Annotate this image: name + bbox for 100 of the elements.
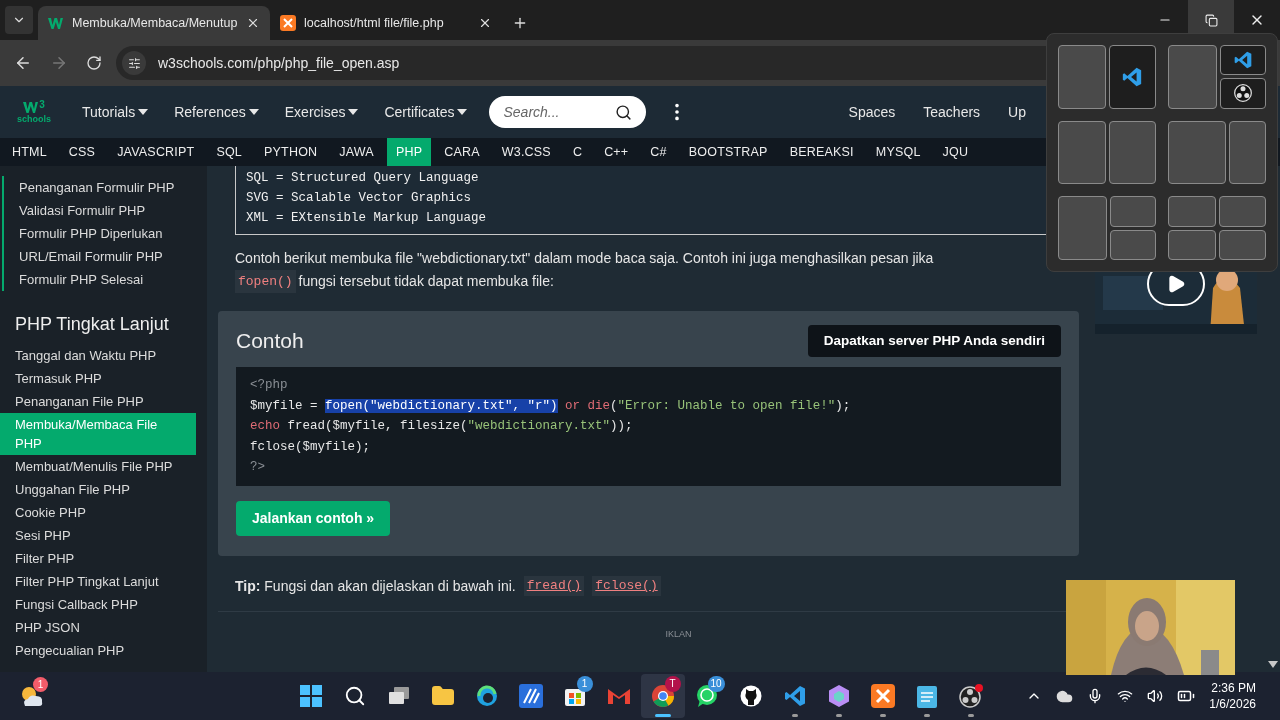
topic-tab[interactable]: BOOTSTRAP [679, 138, 777, 166]
search-field[interactable]: Search... [489, 96, 647, 128]
caret-icon [248, 109, 259, 115]
snap-zone[interactable] [1108, 45, 1156, 109]
sidebar-link[interactable]: Cookie PHP [0, 501, 207, 524]
forward-icon[interactable] [50, 54, 68, 72]
sidebar-link[interactable]: Filter PHP [0, 547, 207, 570]
site-logo-icon [23, 100, 40, 114]
url-text: w3schools.com/php/php_file_open.asp [158, 53, 400, 73]
sidebar-link[interactable]: Termasuk PHP [0, 367, 207, 390]
nav-link[interactable]: Up [1008, 101, 1026, 123]
nav-menu[interactable]: Certificates [384, 101, 468, 123]
pen-app-icon [518, 684, 543, 708]
sidebar-link[interactable]: Unggahan File PHP [0, 478, 207, 501]
sidebar-link[interactable]: Formulir PHP Diperlukan [4, 222, 207, 245]
scroll-down-icon[interactable] [1268, 661, 1278, 668]
notepad-icon [915, 684, 938, 708]
topic-tab[interactable]: CARA [435, 138, 489, 166]
running-indicator [654, 714, 671, 717]
nav-link[interactable]: Teachers [923, 101, 981, 123]
record-app-icon [1232, 83, 1253, 104]
sidebar-link[interactable]: Formulir PHP Selesai [4, 268, 207, 291]
close-icon[interactable] [478, 16, 492, 30]
nav-menu[interactable]: Tutorials [82, 101, 149, 123]
snap-zone[interactable] [1219, 45, 1266, 76]
tip-text: Tip: Fungsi dan akan dijelaskan di bawah ini. [235, 576, 516, 596]
topic-tab[interactable]: JAVASCRIPT [108, 138, 204, 166]
taskbar-app[interactable]: T [640, 674, 685, 718]
new-tab-icon[interactable] [512, 15, 528, 31]
topic-tab[interactable]: C [563, 138, 592, 166]
restore-icon [1204, 13, 1218, 27]
code-line: ?> [250, 459, 266, 476]
server-button[interactable]: Dapatkan server PHP Anda sendiri [807, 325, 1061, 357]
topic-tab[interactable]: BEREAKSI [780, 138, 863, 166]
ad-label: IKLAN [665, 627, 692, 641]
close-icon[interactable] [246, 16, 260, 30]
topic-tab[interactable]: C# [641, 138, 676, 166]
cat-logo-icon [739, 685, 762, 707]
code-line: <?php [250, 377, 289, 394]
running-indicator [967, 714, 974, 717]
browser-tab[interactable]: Membuka/Membaca/Menutup [38, 6, 270, 40]
sidebar-link[interactable]: Penanganan Formulir PHP [4, 176, 207, 199]
code-line: XML = EXtensible Markup Language [246, 210, 488, 227]
nav-link[interactable]: Spaces [848, 101, 896, 123]
notification-badge: 1 [576, 676, 593, 692]
start-icon [299, 685, 322, 707]
time-text: 2:36 PM [1211, 680, 1256, 696]
topic-tab[interactable]: PYTHON [255, 138, 327, 166]
search-icon [343, 685, 366, 707]
sidebar-link[interactable]: Tanggal dan Waktu PHP [0, 344, 207, 367]
topic-tab[interactable]: W3.CSS [492, 138, 560, 166]
tab-title: Membuka/Membaca/Menutup [72, 14, 238, 32]
sidebar-link[interactable]: Membuat/Menulis File PHP [0, 455, 207, 478]
back-icon[interactable] [14, 54, 32, 72]
running-indicator [835, 714, 842, 717]
sidebar-link[interactable]: Filter PHP Tingkat Lanjut [0, 570, 207, 593]
sidebar-link[interactable]: Pengecualian PHP [0, 639, 207, 662]
sidebar-link[interactable]: Validasi Formulir PHP [4, 199, 207, 222]
caret-icon [348, 109, 359, 115]
paragraph-text: fungsi tersebut tidak dapat membuka file: [298, 272, 554, 291]
function-link[interactable]: fclose() [592, 576, 661, 596]
mail-icon [606, 687, 631, 705]
topic-tab[interactable]: CSS [59, 138, 105, 166]
nav-menu[interactable]: References [174, 101, 259, 123]
sidebar-link[interactable]: Fungsi Callback PHP [0, 593, 207, 616]
code-editor-icon [782, 684, 807, 708]
code-line: SQL = Structured Query Language [246, 170, 480, 187]
nav-menu[interactable]: Exercises [284, 101, 359, 123]
inline-code: fopen() [235, 270, 296, 293]
topic-tab[interactable]: JQU [933, 138, 978, 166]
site-info-button[interactable] [122, 51, 146, 75]
logo-text: schools [17, 114, 51, 124]
wifi-icon[interactable] [1117, 688, 1134, 704]
volume-icon[interactable] [1147, 688, 1164, 704]
windows-icon [387, 686, 410, 706]
function-link[interactable]: fread() [523, 576, 585, 596]
paragraph-text: Contoh berikut membuka file "webdictionary.txt" dalam mode baca saja. Contoh ini juga menghasilkan pesan jika [235, 249, 935, 268]
sidebar-link[interactable]: Penanganan File PHP [0, 390, 207, 413]
snap-zone[interactable] [1219, 78, 1266, 109]
topic-tab[interactable]: HTML [3, 138, 56, 166]
notification-badge: 10 [707, 676, 725, 692]
code-line: SVG = Scalable Vector Graphics [246, 190, 473, 207]
code-editor-icon [1232, 50, 1253, 71]
browser-tab[interactable]: localhost/html file/file.php [270, 6, 502, 40]
site-logo[interactable]: 3 schools [16, 100, 52, 124]
code-line: echo fread($myfile, filesize("webdictionary.txt")); [250, 418, 634, 435]
folder-icon [430, 684, 455, 708]
running-indicator [923, 714, 930, 717]
sidebar-link[interactable]: Sesi PHP [0, 524, 207, 547]
topic-tab[interactable]: SQL [207, 138, 251, 166]
clock[interactable]: 2:36 PM 1/6/2026 [1209, 680, 1256, 712]
site-logo-icon [48, 16, 64, 30]
topic-tab[interactable]: C++ [595, 138, 638, 166]
date-text: 1/6/2026 [1209, 696, 1256, 712]
topic-tab[interactable]: MYSQL [866, 138, 930, 166]
running-indicator [791, 714, 798, 717]
sidebar-link[interactable]: URL/Email Formulir PHP [4, 245, 207, 268]
topic-tab[interactable]: JAWA [330, 138, 383, 166]
sidebar-link[interactable]: PHP JSON [0, 616, 207, 639]
reload-icon[interactable] [86, 55, 102, 71]
